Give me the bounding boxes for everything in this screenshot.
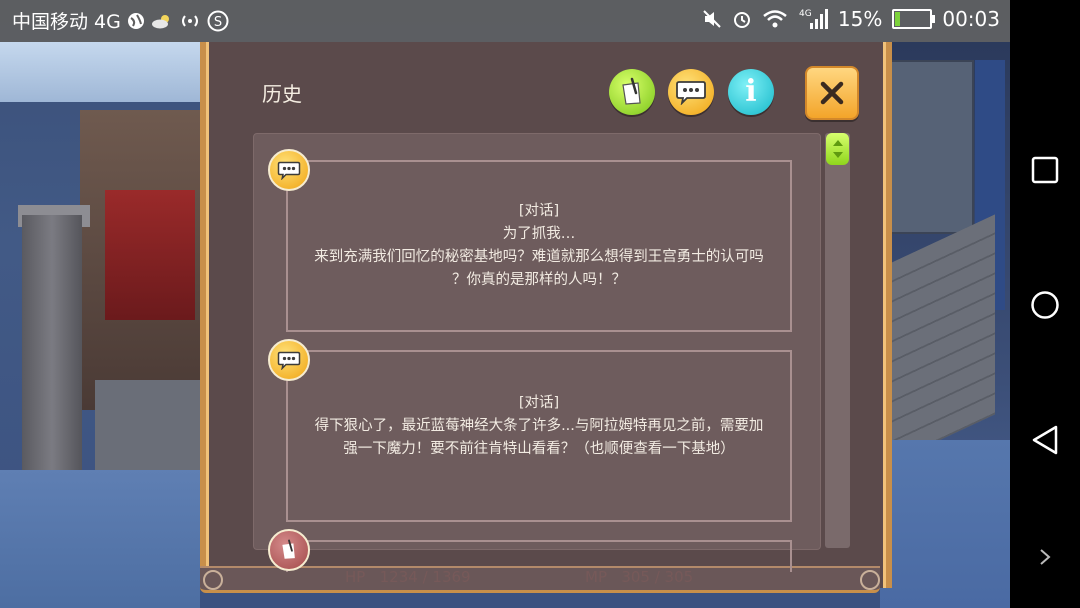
status-left: 中国移动 4G S bbox=[12, 7, 229, 34]
signal-4g-icon: 4G bbox=[798, 7, 828, 31]
entry-type-label: [对话] bbox=[518, 203, 560, 219]
svg-text:S: S bbox=[214, 15, 222, 30]
battery-level bbox=[895, 12, 901, 26]
battery-icon bbox=[892, 9, 936, 29]
globe-icon bbox=[127, 12, 145, 30]
wifi-icon bbox=[762, 9, 788, 29]
entry-line: ？你真的是那样的人吗！？ bbox=[452, 272, 626, 288]
alarm-icon bbox=[732, 9, 752, 29]
entry-type-label: [对话] bbox=[518, 395, 560, 411]
hotspot-icon bbox=[179, 12, 201, 30]
close-button[interactable] bbox=[805, 66, 859, 120]
speech-bubble-icon bbox=[277, 351, 301, 370]
back-triangle-icon bbox=[1032, 425, 1058, 455]
snowy-ground-right bbox=[880, 440, 1010, 608]
nav-expand-button[interactable] bbox=[1010, 545, 1080, 569]
frame-ornament-right bbox=[860, 570, 880, 590]
snowy-ground-left bbox=[0, 470, 200, 608]
entry-line: 来到充满我们回忆的秘密基地吗？难道就那么想得到王宫勇士的认可吗 bbox=[314, 249, 764, 265]
entry-line: 强一下魔力！要不前往肯特山看看？（也顺便查看一下基地） bbox=[343, 441, 735, 457]
entry-text: [对话] 为了抓我… 来到充满我们回忆的秘密基地吗？难道就那么想得到王宫勇士的认… bbox=[286, 200, 792, 292]
history-entry: [对话] 为了抓我… 来到充满我们回忆的秘密基地吗？难道就那么想得到王宫勇士的认… bbox=[286, 160, 792, 332]
home-button[interactable] bbox=[1010, 285, 1080, 325]
carrier-label: 中国移动 4G bbox=[12, 11, 121, 33]
battery-percent: 15% bbox=[837, 7, 883, 31]
red-curtain bbox=[105, 190, 195, 320]
mute-icon bbox=[702, 9, 722, 29]
close-x-icon bbox=[820, 81, 844, 105]
filter-info-button[interactable]: i bbox=[728, 69, 774, 115]
status-bar: 中国移动 4G S 4G 15% 00:03 bbox=[0, 0, 1010, 42]
scrollbar-track[interactable] bbox=[825, 133, 850, 548]
scrollbar-thumb[interactable] bbox=[826, 133, 849, 165]
filter-dialogue-button[interactable] bbox=[668, 69, 714, 115]
circle-icon bbox=[1031, 291, 1059, 319]
status-right: 4G 15% 00:03 bbox=[702, 7, 1000, 31]
chevron-right-icon bbox=[1040, 549, 1051, 565]
entry-type-badge bbox=[268, 339, 310, 381]
navigation-bar bbox=[1010, 0, 1080, 608]
square-icon bbox=[1031, 156, 1059, 184]
entry-type-badge bbox=[268, 149, 310, 191]
info-icon: i bbox=[745, 74, 757, 109]
wooden-door bbox=[890, 60, 974, 234]
back-button[interactable] bbox=[1010, 420, 1080, 460]
entry-text: [对话] 得下狠心了，最近蓝莓神经大条了许多...与阿拉姆特再见之前，需要加 强… bbox=[286, 392, 792, 461]
weather-cloud-icon bbox=[151, 13, 173, 29]
entry-type-badge bbox=[268, 529, 310, 571]
scroll-arrows-icon bbox=[832, 140, 843, 158]
snow-roof bbox=[0, 42, 200, 102]
history-entry: [对话] 得下狠心了，最近蓝莓神经大条了许多...与阿拉姆特再见之前，需要加 强… bbox=[286, 350, 792, 522]
speech-bubble-icon bbox=[277, 161, 301, 180]
entry-line: 得下狠心了，最近蓝莓神经大条了许多...与阿拉姆特再见之前，需要加 bbox=[314, 418, 764, 434]
recent-apps-button[interactable] bbox=[1010, 150, 1080, 190]
clock: 00:03 bbox=[942, 7, 1000, 31]
stone-block bbox=[95, 380, 200, 480]
feather-note-icon bbox=[282, 539, 295, 559]
network-type-label: 4G bbox=[799, 9, 812, 19]
panel-title: 历史 bbox=[262, 82, 302, 106]
feather-note-icon bbox=[622, 77, 641, 105]
entry-line: 为了抓我… bbox=[502, 226, 576, 242]
history-entry bbox=[286, 540, 792, 572]
frame-ornament-left bbox=[203, 570, 223, 590]
app-s-icon: S bbox=[207, 10, 229, 32]
filter-all-button[interactable] bbox=[609, 69, 655, 115]
speech-bubble-icon bbox=[676, 81, 706, 105]
